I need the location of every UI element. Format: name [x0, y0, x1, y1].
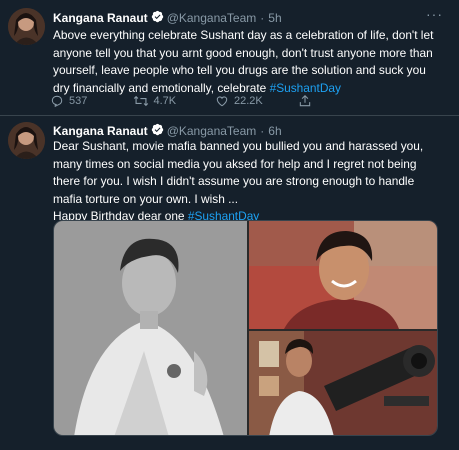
author-handle[interactable]: @KanganaTeam: [167, 11, 257, 25]
separator: ·: [260, 11, 265, 25]
retweet-icon: [133, 94, 149, 108]
author-name[interactable]: Kangana Ranaut: [53, 11, 148, 25]
tweet-body: Above everything celebrate Sushant day a…: [53, 28, 434, 95]
separator: ·: [260, 124, 265, 138]
share-button[interactable]: [298, 94, 381, 108]
tweet-media[interactable]: [53, 220, 438, 436]
tweet-body: Dear Sushant, movie mafia banned you bul…: [53, 139, 424, 206]
timestamp[interactable]: 6h: [268, 124, 281, 138]
avatar[interactable]: [8, 122, 45, 159]
verified-icon: [151, 123, 164, 139]
tweet-actions: 537 4.7K 22.2K: [50, 91, 380, 111]
like-count: 22.2K: [234, 95, 263, 107]
reply-icon: [50, 94, 64, 108]
author-name[interactable]: Kangana Ranaut: [53, 124, 148, 138]
tweet-text: Above everything celebrate Sushant day a…: [53, 27, 445, 97]
tweet-text: Dear Sushant, movie mafia banned you bul…: [53, 138, 445, 226]
tweet-header: Kangana Ranaut @KanganaTeam · 5h: [53, 9, 282, 27]
retweet-button[interactable]: 4.7K: [133, 94, 216, 108]
tweet-1[interactable]: Kangana Ranaut @KanganaTeam · 5h ··· Abo…: [0, 0, 459, 116]
avatar[interactable]: [8, 8, 45, 45]
photo-bottom-right[interactable]: [249, 331, 438, 436]
photo-top-right[interactable]: [249, 221, 438, 329]
photo-left[interactable]: [54, 221, 247, 436]
verified-icon: [151, 10, 164, 26]
retweet-count: 4.7K: [153, 95, 177, 107]
like-icon: [215, 94, 229, 108]
media-collage: [54, 221, 438, 436]
timestamp[interactable]: 5h: [268, 11, 281, 25]
more-icon[interactable]: ···: [426, 6, 443, 22]
reply-count: 537: [69, 95, 88, 107]
share-icon: [298, 94, 312, 108]
like-button[interactable]: 22.2K: [215, 94, 298, 108]
reply-button[interactable]: 537: [50, 94, 133, 108]
author-handle[interactable]: @KanganaTeam: [167, 124, 257, 138]
